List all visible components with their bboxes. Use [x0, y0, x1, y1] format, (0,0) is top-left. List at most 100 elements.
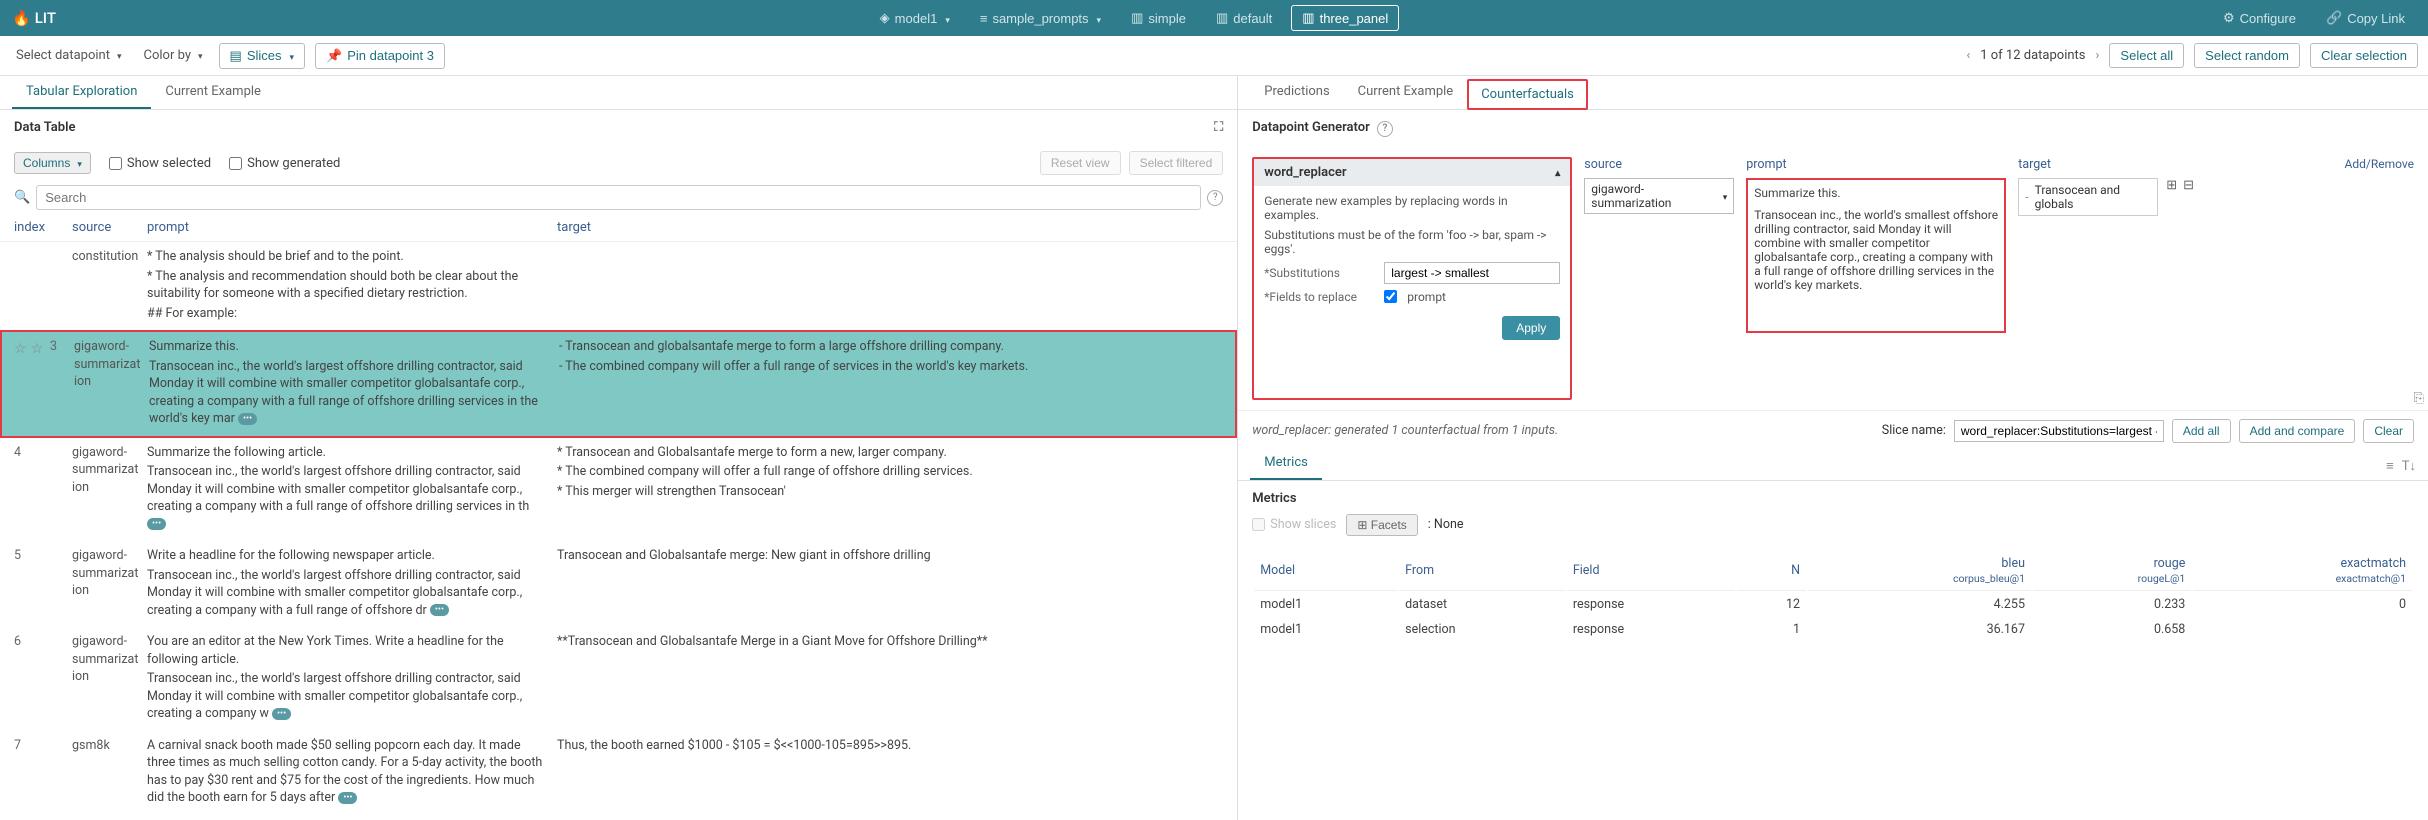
substitutions-input[interactable] [1384, 262, 1560, 284]
select-datapoint-dropdown[interactable]: Select datapoint [10, 44, 128, 67]
color-by-dropdown[interactable]: Color by [138, 44, 209, 67]
table-row[interactable]: 6gigaword-summarizationYou are an editor… [0, 627, 1237, 731]
nav-prev-icon[interactable]: ‹ [1966, 48, 1970, 63]
ellipsis-icon[interactable]: ••• [430, 604, 449, 616]
layout-icon: ▥ [1302, 10, 1314, 26]
columns-label: Columns [23, 156, 70, 170]
clear-selection-button[interactable]: Clear selection [2310, 43, 2418, 68]
tab-metrics[interactable]: Metrics [1250, 447, 1322, 480]
collapse-icon[interactable] [1555, 165, 1560, 180]
nav-next-icon[interactable]: › [2096, 48, 2100, 63]
slices-button[interactable]: ▤ Slices [219, 43, 306, 69]
dataset-selector[interactable]: ≡ sample_prompts [969, 6, 1112, 31]
col-target[interactable]: target [557, 220, 1223, 235]
help-icon[interactable]: ? [1377, 121, 1393, 137]
show-slices-checkbox[interactable]: Show slices [1252, 517, 1336, 532]
show-selected-checkbox[interactable]: Show selected [109, 156, 211, 171]
data-table-title: Data Table [14, 120, 75, 135]
col-prompt[interactable]: prompt [147, 220, 557, 235]
table-row[interactable]: constitution* The analysis should be bri… [0, 242, 1237, 330]
ellipsis-icon[interactable]: ••• [147, 518, 166, 530]
help-icon[interactable]: ? [1207, 190, 1223, 206]
reset-view-button[interactable]: Reset view [1040, 151, 1121, 175]
select-filtered-button[interactable]: Select filtered [1129, 151, 1224, 175]
chevron-down-icon [1720, 189, 1728, 203]
metrics-row[interactable]: model1selectionresponse 136.1670.658 [1254, 618, 2412, 641]
table-row[interactable]: ☆☆3gigaword-summarizationSummarize this.… [0, 330, 1237, 438]
tab-counterfactuals[interactable]: Counterfactuals [1467, 79, 1588, 110]
layout-default[interactable]: ▥ default [1205, 5, 1283, 31]
table-row[interactable]: 8gsm8kA carnival snack booth made $50 se… [0, 815, 1237, 820]
ellipsis-icon[interactable]: ••• [272, 708, 291, 720]
col-model[interactable]: Model [1254, 552, 1397, 591]
clear-generated-button[interactable]: Clear [2363, 419, 2414, 443]
search-input[interactable] [36, 185, 1201, 210]
copy-icon[interactable]: ⎘ [2414, 391, 2424, 406]
dataset-label: sample_prompts [992, 11, 1088, 26]
color-by-label: Color by [144, 48, 191, 63]
select-all-button[interactable]: Select all [2109, 43, 2184, 68]
table-row[interactable]: 7gsm8kA carnival snack booth made $50 se… [0, 731, 1237, 815]
bullet-icon: - [2025, 190, 2028, 204]
gen-prompt-box[interactable]: Summarize this. Transocean inc., the wor… [1746, 178, 2006, 333]
row-source: gigaword-summarization [72, 444, 147, 536]
row-prompt: Summarize the following article.Transoce… [147, 444, 557, 536]
remove-icon[interactable]: ⊟ [2183, 178, 2194, 193]
col-index[interactable]: index [14, 220, 72, 235]
slice-name-input[interactable] [1954, 420, 2164, 442]
chevron-down-icon [195, 48, 203, 63]
select-random-button[interactable]: Select random [2194, 43, 2300, 68]
word-replacer-header[interactable]: word_replacer [1254, 159, 1570, 186]
chevron-down-icon [74, 156, 82, 170]
star-outline-icon[interactable]: ☆ [31, 340, 44, 360]
facets-button[interactable]: ⊞ Facets [1346, 514, 1417, 536]
show-selected-input[interactable] [109, 157, 122, 170]
model-selector[interactable]: ◈ model1 [869, 5, 961, 31]
col-rouge[interactable]: rouge rougeL@1 [2033, 552, 2191, 591]
pin-datapoint-button[interactable]: 📌 Pin datapoint 3 [315, 43, 445, 69]
filter-icon[interactable]: T↓ [2402, 458, 2416, 474]
table-row[interactable]: 5gigaword-summarizationWrite a headline … [0, 541, 1237, 627]
gen-source-select[interactable]: gigaword-summarization [1584, 178, 1734, 214]
layout-simple[interactable]: ▥ simple [1120, 5, 1197, 31]
columns-dropdown[interactable]: Columns [14, 152, 91, 174]
show-generated-input[interactable] [229, 157, 242, 170]
copy-link-button[interactable]: 🔗 Copy Link [2315, 5, 2416, 31]
data-table-title-row: Data Table ⛶ [0, 110, 1237, 145]
row-index: 6 [14, 633, 72, 725]
ellipsis-icon[interactable]: ••• [338, 792, 357, 804]
menu-icon[interactable]: ≡ [2386, 458, 2394, 474]
gen-target-box[interactable]: - Transocean and globals [2018, 178, 2158, 216]
add-all-button[interactable]: Add all [2172, 419, 2231, 443]
configure-button[interactable]: ⚙ Configure [2212, 5, 2307, 31]
field-prompt-checkbox[interactable] [1384, 290, 1397, 303]
col-exactmatch[interactable]: exactmatch exactmatch@1 [2193, 552, 2412, 591]
tab-current-example-r[interactable]: Current Example [1344, 76, 1468, 109]
add-remove-link[interactable]: Add/Remove [2345, 157, 2414, 171]
layout-three-panel[interactable]: ▥ three_panel [1291, 5, 1399, 31]
col-from[interactable]: From [1399, 552, 1565, 591]
ellipsis-icon[interactable]: ••• [238, 413, 257, 425]
row-source: gigaword-summarization [72, 547, 147, 621]
show-generated-checkbox[interactable]: Show generated [229, 156, 340, 171]
row-prompt: Write a headline for the following newsp… [147, 547, 557, 621]
col-field[interactable]: Field [1567, 552, 1735, 591]
col-source[interactable]: source [72, 220, 147, 235]
metrics-table: Model From Field N bleu corpus_bleu@1 ro… [1252, 550, 2414, 643]
table-row[interactable]: 4gigaword-summarizationSummarize the fol… [0, 438, 1237, 542]
metrics-row[interactable]: model1datasetresponse 124.2550.2330 [1254, 593, 2412, 616]
apply-button[interactable]: Apply [1502, 316, 1560, 340]
add-and-compare-button[interactable]: Add and compare [2239, 419, 2356, 443]
pin-outline-icon[interactable]: ☆ [14, 340, 27, 360]
col-n[interactable]: N [1737, 552, 1806, 591]
gen-prompt-body: Transocean inc., the world's smallest of… [1754, 208, 1998, 292]
fullscreen-icon[interactable]: ⛶ [1214, 120, 1223, 135]
tab-predictions[interactable]: Predictions [1250, 76, 1343, 109]
facets-label: Facets [1371, 518, 1407, 532]
tab-current-example[interactable]: Current Example [151, 76, 275, 109]
tab-tabular-exploration[interactable]: Tabular Exploration [12, 76, 151, 109]
table-header: index source prompt target [0, 214, 1237, 242]
list-icon: ≡ [980, 11, 988, 26]
add-icon[interactable]: ⊞ [2166, 178, 2177, 193]
col-bleu[interactable]: bleu corpus_bleu@1 [1808, 552, 2031, 591]
